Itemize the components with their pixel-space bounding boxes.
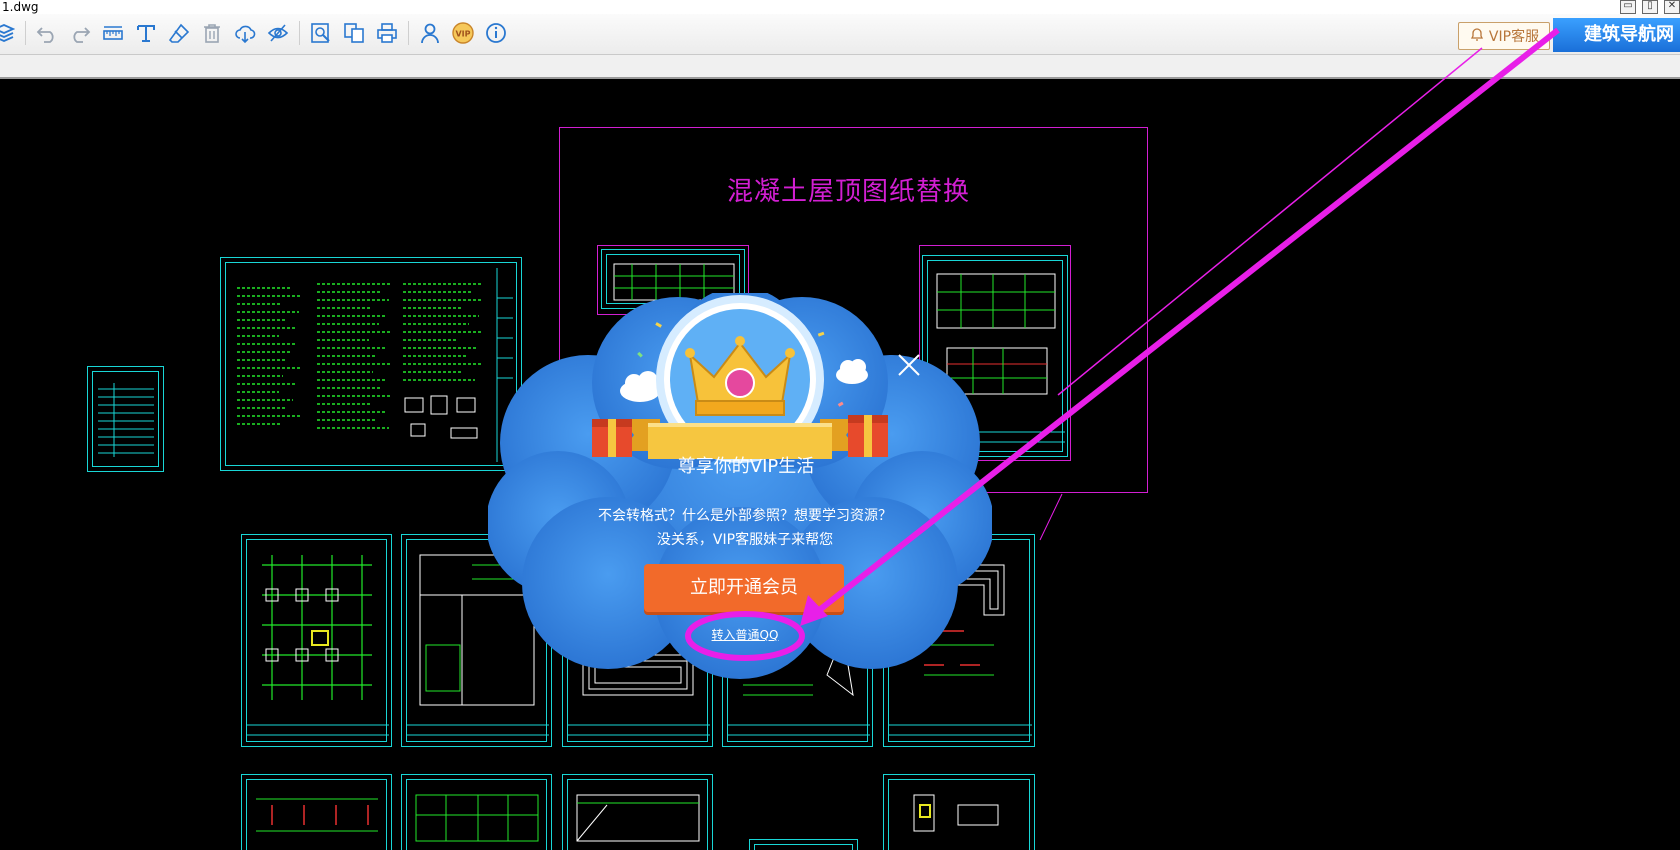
annotation-overlay bbox=[685, 27, 1560, 661]
